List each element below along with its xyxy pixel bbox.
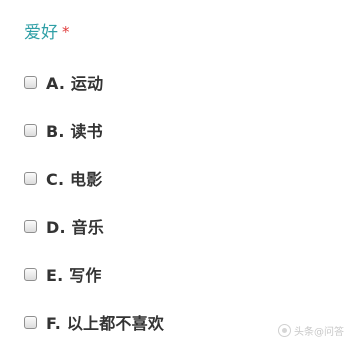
checkbox-b[interactable] bbox=[24, 123, 37, 137]
question-title: 爱好 bbox=[24, 23, 58, 43]
option-label: F. 以上都不喜欢 bbox=[46, 314, 165, 333]
checkbox-a[interactable] bbox=[24, 75, 37, 89]
checkbox-e[interactable] bbox=[24, 267, 37, 281]
option-f[interactable]: F. 以上都不喜欢 bbox=[24, 298, 164, 343]
checkbox-d[interactable] bbox=[24, 219, 37, 233]
question-title-row: 爱好 * bbox=[24, 20, 334, 46]
option-label: C. 电影 bbox=[46, 170, 103, 189]
watermark-text: 头条@问答 bbox=[294, 327, 344, 338]
option-c[interactable]: C. 电影 bbox=[24, 154, 164, 202]
option-a[interactable]: A. 运动 bbox=[24, 58, 164, 106]
options-list: A. 运动 B. 读书 C. 电影 D. 音乐 E. 写作 F. 以上都不喜欢 bbox=[24, 58, 164, 343]
brand-logo-icon bbox=[278, 324, 291, 337]
watermark: 头条@问答 bbox=[278, 323, 344, 338]
checkbox-f[interactable] bbox=[24, 315, 37, 329]
option-label: D. 音乐 bbox=[46, 218, 104, 237]
option-label: E. 写作 bbox=[46, 266, 102, 285]
option-label: B. 读书 bbox=[46, 122, 103, 141]
option-b[interactable]: B. 读书 bbox=[24, 106, 164, 154]
option-d[interactable]: D. 音乐 bbox=[24, 202, 164, 250]
option-label: A. 运动 bbox=[46, 74, 104, 93]
option-e[interactable]: E. 写作 bbox=[24, 250, 164, 298]
required-asterisk: * bbox=[62, 23, 70, 41]
hobby-question: 爱好 * A. 运动 B. 读书 C. 电影 D. 音乐 E. 写作 F. 以上… bbox=[24, 20, 334, 333]
checkbox-c[interactable] bbox=[24, 171, 37, 185]
